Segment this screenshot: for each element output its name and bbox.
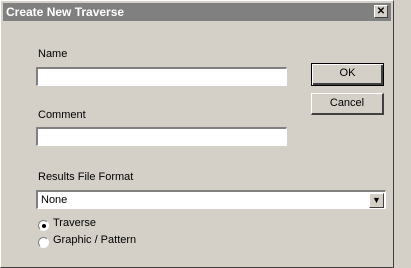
traverse-label: Traverse bbox=[53, 217, 96, 229]
title-bar: Create New Traverse ✕ bbox=[3, 3, 391, 21]
comment-label: Comment bbox=[38, 109, 86, 121]
traverse-radio[interactable] bbox=[38, 220, 49, 231]
ok-button[interactable]: OK bbox=[311, 63, 384, 86]
close-button[interactable]: ✕ bbox=[374, 5, 388, 18]
chevron-down-icon: ▼ bbox=[372, 195, 381, 205]
dialog-title: Create New Traverse bbox=[6, 5, 125, 19]
name-input[interactable] bbox=[36, 67, 287, 86]
results-format-label: Results File Format bbox=[38, 171, 134, 183]
dropdown-button[interactable]: ▼ bbox=[369, 193, 384, 208]
name-label: Name bbox=[38, 48, 68, 60]
create-traverse-dialog: Create New Traverse ✕ Name Comment OK Ca… bbox=[0, 0, 394, 268]
comment-input[interactable] bbox=[36, 127, 287, 146]
graphic-pattern-label: Graphic / Pattern bbox=[53, 234, 137, 246]
radio-selected-dot bbox=[42, 224, 46, 228]
results-format-value: None bbox=[41, 194, 68, 206]
close-icon: ✕ bbox=[376, 6, 386, 17]
results-format-select[interactable]: None ▼ bbox=[36, 190, 386, 209]
graphic-pattern-radio[interactable] bbox=[38, 237, 49, 248]
cancel-button[interactable]: Cancel bbox=[311, 93, 384, 115]
